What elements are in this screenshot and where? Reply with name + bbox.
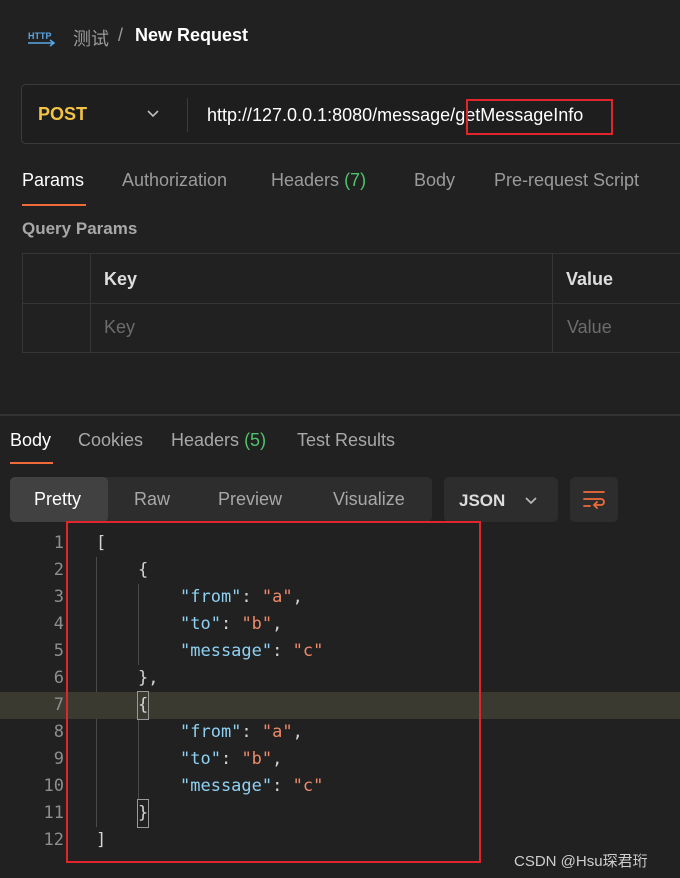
method-select[interactable]: POST — [38, 104, 87, 125]
tab-cookies[interactable]: Cookies — [78, 430, 143, 451]
tab-test-results[interactable]: Test Results — [297, 430, 395, 451]
wrap-lines-icon — [583, 491, 605, 509]
active-response-tab-indicator — [10, 462, 53, 464]
view-pretty-button[interactable]: Pretty — [34, 489, 81, 510]
url-base: http://127.0.0.1:8080/message/ — [207, 105, 456, 125]
tab-response-body[interactable]: Body — [10, 430, 51, 451]
column-header-key: Key — [104, 269, 138, 289]
tab-authorization[interactable]: Authorization — [122, 170, 227, 191]
headers-count: (7) — [344, 170, 367, 190]
breadcrumb-separator: / — [118, 25, 124, 45]
response-headers-count: (5) — [244, 430, 267, 450]
view-visualize-button[interactable]: Visualize — [333, 489, 405, 510]
svg-text:HTTP: HTTP — [28, 31, 52, 41]
view-preview-button[interactable]: Preview — [218, 489, 282, 510]
query-params-table: Key Value Key Value — [22, 253, 680, 353]
column-header-value: Value — [566, 269, 614, 289]
value-input[interactable]: Value — [567, 317, 612, 338]
key-input[interactable]: Key — [104, 317, 135, 338]
chevron-down-icon — [525, 497, 537, 505]
tab-headers-label: Headers — [271, 170, 340, 190]
chevron-down-icon[interactable] — [146, 106, 160, 120]
watermark: CSDN @Hsu琛君珩 — [514, 853, 648, 870]
tab-params[interactable]: Params — [22, 170, 84, 191]
breadcrumb-parent[interactable]: 测试 — [73, 25, 109, 51]
tab-response-headers[interactable]: Headers (5) — [171, 430, 266, 451]
url-divider — [187, 98, 188, 132]
endpoint-highlight-box — [466, 99, 613, 135]
format-label: JSON — [459, 491, 506, 510]
pane-splitter[interactable] — [0, 414, 680, 416]
tab-pre-request-script[interactable]: Pre-request Script — [494, 170, 639, 191]
request-title[interactable]: New Request — [135, 25, 248, 46]
section-title: Query Params — [22, 219, 138, 238]
tab-headers[interactable]: Headers (7) — [271, 170, 366, 191]
view-raw-button[interactable]: Raw — [134, 489, 170, 510]
http-icon: HTTP — [28, 31, 56, 47]
tab-body[interactable]: Body — [414, 170, 455, 191]
response-highlight-box — [66, 521, 481, 863]
tab-response-headers-label: Headers — [171, 430, 240, 450]
active-tab-indicator — [22, 204, 86, 206]
